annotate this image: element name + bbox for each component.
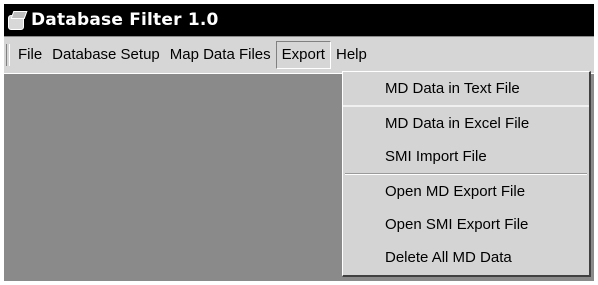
menu-help[interactable]: Help <box>331 42 372 68</box>
menu-item-md-data-excel-file[interactable]: MD Data in Excel File <box>343 107 589 140</box>
database-app-icon <box>6 10 28 30</box>
menu-database-setup[interactable]: Database Setup <box>47 42 165 68</box>
menu-export[interactable]: Export <box>275 41 331 69</box>
menubar-grip <box>6 44 10 66</box>
menu-item-delete-all-md-data[interactable]: Delete All MD Data <box>343 241 589 274</box>
menu-file[interactable]: File <box>13 42 47 68</box>
menu-item-open-md-export-file[interactable]: Open MD Export File <box>343 175 589 208</box>
menu-bar: File Database Setup Map Data Files Expor… <box>4 37 594 74</box>
menu-item-open-smi-export-file[interactable]: Open SMI Export File <box>343 208 589 241</box>
menu-item-md-data-text-file[interactable]: MD Data in Text File <box>343 72 589 107</box>
window-title: Database Filter 1.0 <box>31 10 219 30</box>
menu-map-data-files[interactable]: Map Data Files <box>165 42 276 68</box>
menu-item-smi-import-file[interactable]: SMI Import File <box>343 140 589 173</box>
export-dropdown-menu: MD Data in Text File MD Data in Excel Fi… <box>342 71 591 277</box>
title-bar[interactable]: Database Filter 1.0 <box>4 4 594 36</box>
